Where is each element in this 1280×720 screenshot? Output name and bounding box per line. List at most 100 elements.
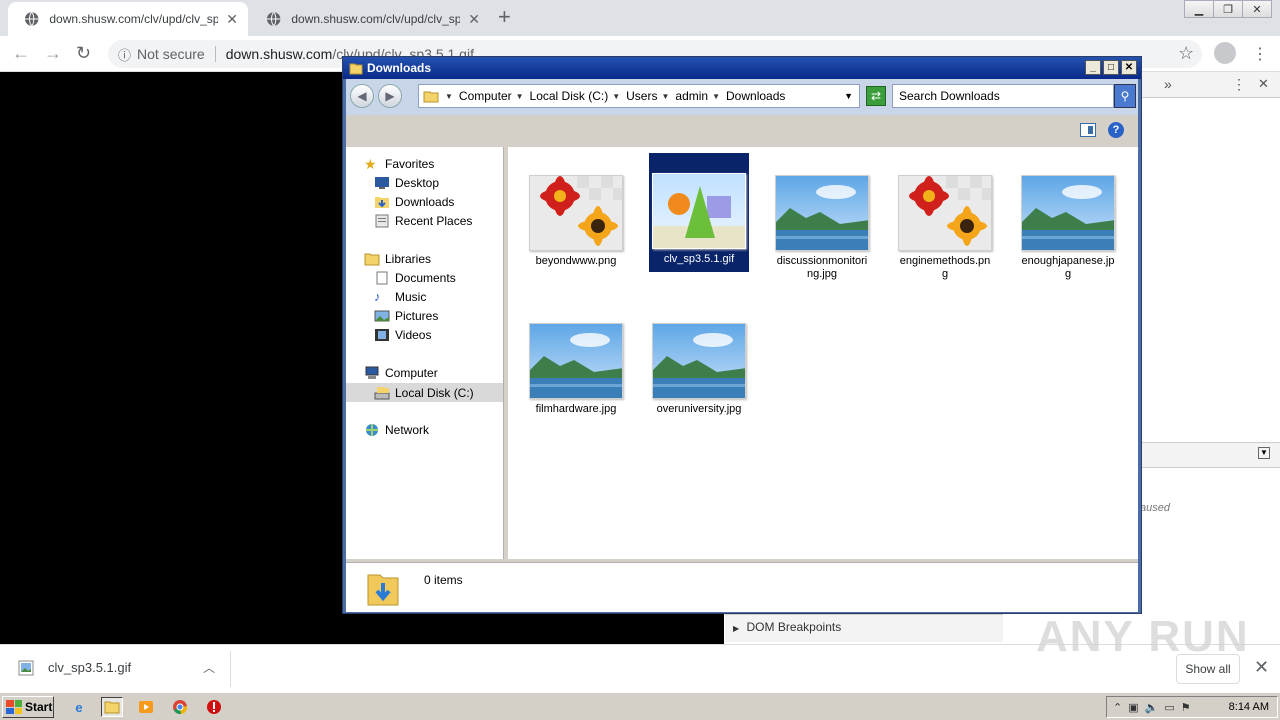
- breadcrumb-item[interactable]: Computer: [459, 89, 512, 103]
- browser-menu-icon[interactable]: ⋮: [1252, 44, 1268, 64]
- action-center-flag-icon[interactable]: ⚑: [1181, 701, 1191, 714]
- preview-pane-icon[interactable]: [1080, 123, 1096, 137]
- chevron-down-icon[interactable]: ▼: [516, 92, 524, 101]
- show-hidden-icons-icon[interactable]: ⌃: [1113, 701, 1122, 714]
- minimize-icon[interactable]: _: [1085, 60, 1101, 75]
- search-input[interactable]: Search Downloads: [892, 84, 1114, 108]
- back-button[interactable]: ◀: [350, 84, 374, 108]
- file-thumbnail: [775, 175, 869, 251]
- refresh-button[interactable]: ⇄: [866, 86, 886, 106]
- bookmark-star-icon[interactable]: ☆: [1178, 43, 1194, 64]
- chevron-down-icon[interactable]: ▼: [712, 92, 720, 101]
- file-item[interactable]: discussionmonitoring.jpg: [772, 153, 872, 287]
- network-icon: [366, 424, 378, 436]
- media-player-icon[interactable]: [135, 697, 157, 717]
- nav-desktop[interactable]: Desktop: [374, 176, 439, 190]
- chevron-down-icon[interactable]: ▼: [661, 92, 669, 101]
- file-name: enoughjapanese.jpg: [1021, 255, 1115, 280]
- tab-close-icon[interactable]: ✕: [226, 11, 238, 28]
- details-pane: 0 items: [346, 562, 1138, 612]
- explorer-title: Downloads: [367, 61, 432, 75]
- clock[interactable]: 8:14 AM: [1229, 701, 1269, 713]
- browser-tab-2[interactable]: down.shusw.com/clv/upd/clv_sp3.5 ✕: [250, 2, 490, 36]
- command-bar: ?: [346, 115, 1138, 145]
- nav-computer[interactable]: Computer: [364, 366, 438, 380]
- windows-logo-icon: [6, 700, 22, 714]
- internet-explorer-icon[interactable]: e: [68, 697, 90, 717]
- file-thumbnail: [652, 173, 746, 249]
- file-item[interactable]: enoughjapanese.jpg: [1018, 153, 1118, 287]
- breadcrumb-item[interactable]: Users: [626, 89, 657, 103]
- reload-icon[interactable]: ↻: [76, 43, 91, 64]
- file-thumbnail: [529, 323, 623, 399]
- file-item[interactable]: filmhardware.jpg: [526, 301, 626, 422]
- breadcrumb-item[interactable]: Local Disk (C:): [530, 89, 609, 103]
- volume-icon[interactable]: 🔈: [1145, 701, 1159, 714]
- file-name: beyondwww.png: [535, 255, 617, 267]
- network-status-icon[interactable]: ▣: [1128, 701, 1138, 714]
- folder-icon: [349, 63, 363, 75]
- close-icon[interactable]: ✕: [1121, 60, 1137, 75]
- maximize-icon[interactable]: □: [1103, 60, 1119, 75]
- more-tabs-icon[interactable]: »: [1164, 76, 1172, 92]
- chrome-icon[interactable]: [169, 697, 191, 717]
- search-icon[interactable]: ⚲: [1114, 84, 1136, 108]
- chevron-up-icon[interactable]: ︿: [203, 659, 215, 676]
- devtools-menu-icon[interactable]: ⋮: [1232, 76, 1246, 93]
- file-item[interactable]: overuniversity.jpg: [649, 301, 749, 422]
- back-arrow-icon[interactable]: ←: [12, 43, 30, 64]
- nav-favorites[interactable]: ★ Favorites: [364, 157, 434, 171]
- item-count: 0 items: [424, 573, 463, 587]
- address-dropdown-icon[interactable]: ▼: [844, 91, 853, 101]
- nav-downloads[interactable]: Downloads: [374, 195, 454, 209]
- file-thumbnail: [652, 323, 746, 399]
- nav-documents[interactable]: Documents: [374, 271, 456, 285]
- nav-recent-places[interactable]: Recent Places: [374, 214, 472, 228]
- dom-breakpoints-label: DOM Breakpoints: [746, 620, 842, 634]
- explorer-taskbar-icon[interactable]: [101, 697, 123, 717]
- breadcrumb-item[interactable]: Downloads: [726, 89, 785, 103]
- file-name: overuniversity.jpg: [656, 403, 742, 415]
- close-download-bar-icon[interactable]: ✕: [1254, 657, 1269, 678]
- browser-tab-1[interactable]: down.shusw.com/clv/upd/clv_sp3.5 ✕: [8, 2, 248, 36]
- nav-music[interactable]: ♪ Music: [374, 290, 426, 305]
- dom-breakpoints-section[interactable]: ▶ DOM Breakpoints: [725, 614, 1003, 642]
- nav-label: Local Disk (C:): [395, 385, 474, 400]
- help-icon[interactable]: ?: [1108, 122, 1124, 138]
- chevron-down-icon[interactable]: ▼: [445, 92, 453, 101]
- file-thumbnail: [1021, 175, 1115, 251]
- minimize-icon[interactable]: ▁: [1184, 0, 1214, 18]
- file-name: filmhardware.jpg: [535, 403, 617, 415]
- desktop-icon: [375, 177, 389, 189]
- new-tab-button[interactable]: +: [498, 6, 511, 28]
- file-item[interactable]: enginemethods.png: [895, 153, 995, 287]
- security-label: Not secure: [137, 46, 205, 62]
- stop-sign-icon[interactable]: [203, 697, 225, 717]
- display-icon[interactable]: ▭: [1164, 701, 1174, 714]
- devtools-close-icon[interactable]: ✕: [1258, 76, 1269, 92]
- nav-label: Computer: [385, 366, 438, 380]
- nav-videos[interactable]: Videos: [374, 328, 431, 342]
- window-controls: ▁ ❐ ✕: [1184, 0, 1272, 18]
- file-item[interactable]: beyondwww.png: [526, 153, 626, 274]
- tab-close-icon[interactable]: ✕: [468, 11, 480, 28]
- nav-libraries[interactable]: Libraries: [364, 252, 431, 266]
- file-item[interactable]: clv_sp3.5.1.gif: [649, 153, 749, 272]
- breadcrumb-item[interactable]: admin: [675, 89, 708, 103]
- collapse-icon[interactable]: ▼: [1258, 447, 1270, 459]
- nav-local-disk[interactable]: Local Disk (C:): [346, 383, 503, 402]
- chevron-down-icon[interactable]: ▼: [612, 92, 620, 101]
- close-window-icon[interactable]: ✕: [1242, 0, 1272, 18]
- paused-text: aused: [1140, 502, 1170, 514]
- breadcrumb[interactable]: ▼ Computer ▼ Local Disk (C:) ▼ Users ▼ a…: [418, 84, 860, 108]
- start-button[interactable]: Start: [2, 696, 54, 718]
- nav-pictures[interactable]: Pictures: [374, 309, 438, 323]
- forward-arrow-icon[interactable]: →: [44, 43, 62, 64]
- profile-avatar[interactable]: [1214, 42, 1236, 64]
- download-item[interactable]: clv_sp3.5.1.gif ︿: [18, 659, 215, 676]
- info-icon[interactable]: ⓘ: [118, 45, 131, 64]
- forward-button[interactable]: ▶: [378, 84, 402, 108]
- nav-network[interactable]: Network: [364, 423, 429, 437]
- restore-icon[interactable]: ❐: [1213, 0, 1243, 18]
- explorer-titlebar[interactable]: Downloads _ □ ✕: [343, 57, 1141, 79]
